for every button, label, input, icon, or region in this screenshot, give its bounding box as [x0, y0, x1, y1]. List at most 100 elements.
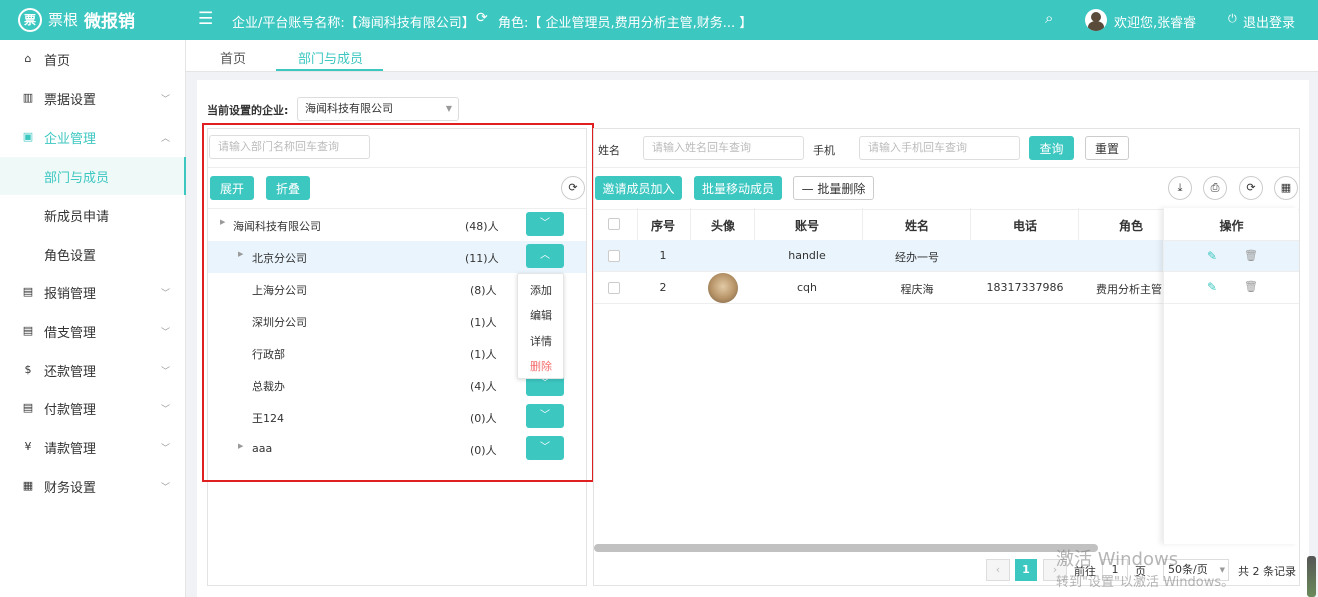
- row-name: 经办一号: [895, 251, 939, 264]
- sidebar-item-repayment[interactable]: $ 还款管理 ﹀: [0, 351, 186, 389]
- home-icon: ⌂: [24, 52, 32, 65]
- edit-icon[interactable]: ✎: [1207, 280, 1217, 294]
- menu-toggle-icon[interactable]: ☰: [198, 9, 213, 29]
- row-account: handle: [788, 249, 826, 262]
- actions-cell: ✎ 🗑: [1164, 272, 1299, 304]
- sidebar-item-label: 企业管理: [44, 131, 97, 147]
- download-icon[interactable]: ⤓: [1168, 176, 1192, 200]
- tab-active-indicator: [276, 69, 383, 71]
- role-text: 角色:【 企业管理员,费用分析主管,财务... 】: [498, 16, 753, 31]
- reset-button[interactable]: 重置: [1085, 136, 1129, 160]
- actions-cell: ✎ 🗑: [1164, 240, 1299, 272]
- sidebar-item-label: 借支管理: [44, 325, 97, 341]
- row-no: 1: [659, 249, 667, 262]
- chevron-up-icon: ︿: [160, 133, 170, 144]
- sidebar-item-label: 付款管理: [44, 402, 97, 418]
- building-icon: ▣: [22, 130, 34, 143]
- sidebar-item-payment[interactable]: ▤ 付款管理 ﹀: [0, 389, 186, 427]
- document-icon: ▤: [22, 401, 34, 414]
- logo-icon: 票: [18, 7, 42, 32]
- chevron-down-icon: ﹀: [160, 443, 170, 454]
- sidebar-item-label: 首页: [44, 53, 71, 69]
- chevron-down-icon: ﹀: [160, 94, 170, 105]
- row-checkbox[interactable]: [608, 250, 620, 262]
- phone-label: 手机: [813, 144, 835, 157]
- delete-icon[interactable]: 🗑: [1244, 280, 1258, 293]
- sidebar-item-label: 请款管理: [44, 441, 97, 457]
- row-name: 程庆海: [900, 283, 934, 296]
- caret-down-icon: ▼: [445, 104, 452, 113]
- sidebar-item-enterprise[interactable]: ▣ 企业管理 ︿: [0, 118, 186, 156]
- sidebar-item-label: 票据设置: [44, 92, 97, 108]
- sidebar-item-reimbursement[interactable]: ▤ 报销管理 ﹀: [0, 273, 186, 311]
- sidebar-item-label: 报销管理: [44, 286, 97, 302]
- watermark-title: 激活 Windows: [1056, 549, 1179, 570]
- select-all-checkbox[interactable]: [608, 218, 620, 230]
- phone-search-input[interactable]: 请输入手机回车查询: [859, 136, 1020, 160]
- operations-column: 操作 ✎ 🗑 ✎ 🗑: [1163, 208, 1299, 544]
- batch-delete-button[interactable]: — 批量删除: [793, 176, 874, 200]
- row-phone: 18317337986: [986, 281, 1064, 294]
- toolbar-divider: [594, 167, 1299, 168]
- logo-brand: 票根: [48, 11, 79, 29]
- tab-departments[interactable]: 部门与成员: [298, 48, 363, 67]
- horizontal-scrollbar[interactable]: [594, 544, 1098, 552]
- company-select[interactable]: 海闻科技有限公司 ▼: [297, 97, 459, 121]
- search-icon[interactable]: ⌕: [1045, 9, 1053, 27]
- sidebar-item-request[interactable]: ¥ 请款管理 ﹀: [0, 428, 186, 466]
- sidebar-item-home[interactable]: ⌂ 首页: [0, 40, 186, 78]
- sidebar-item-loan[interactable]: ▤ 借支管理 ﹀: [0, 312, 186, 350]
- row-checkbox[interactable]: [608, 282, 620, 294]
- chart-icon: ▥: [22, 91, 34, 104]
- dollar-icon: $: [24, 363, 32, 376]
- logo: 票 票根 微报销: [18, 7, 135, 32]
- welcome-text: 欢迎您,张睿睿: [1114, 16, 1197, 31]
- sidebar-item-ticket-settings[interactable]: ▥ 票据设置 ﹀: [0, 79, 186, 117]
- sidebar-item-label: 还款管理: [44, 364, 97, 380]
- invite-member-button[interactable]: 邀请成员加入: [595, 176, 682, 200]
- delete-icon[interactable]: 🗑: [1244, 249, 1258, 262]
- column-header-name: 姓名: [904, 219, 929, 233]
- chevron-down-icon: ﹀: [160, 366, 170, 377]
- top-bar: 票 票根 微报销 ☰ 企业/平台账号名称:【海闻科技有限公司】 ⟳ 角色:【 企…: [0, 0, 1318, 40]
- sidebar-item-departments[interactable]: 部门与成员: [0, 157, 186, 195]
- edit-icon[interactable]: ✎: [1207, 249, 1217, 263]
- tab-bar: 首页 部门与成员: [186, 40, 1318, 72]
- row-no: 2: [659, 281, 667, 294]
- avatar[interactable]: [1085, 9, 1107, 31]
- chevron-down-icon: ﹀: [160, 327, 170, 338]
- chevron-down-icon: ﹀: [160, 482, 170, 493]
- logout-icon[interactable]: ⏻: [1228, 12, 1237, 26]
- prev-page-button[interactable]: ‹: [986, 559, 1010, 581]
- columns-icon[interactable]: ▦: [1274, 176, 1298, 200]
- tab-home[interactable]: 首页: [220, 48, 246, 67]
- company-select-value: 海闻科技有限公司: [305, 102, 393, 115]
- column-header-actions: 操作: [1219, 219, 1244, 233]
- company-select-label: 当前设置的企业:: [207, 104, 289, 117]
- column-header-account: 账号: [794, 219, 819, 233]
- vertical-scrollbar[interactable]: [1307, 556, 1316, 597]
- sidebar-item-new-member[interactable]: 新成员申请: [0, 196, 186, 234]
- total-count: 共 2 条记录: [1238, 565, 1296, 578]
- logout-link[interactable]: 退出登录: [1243, 12, 1295, 31]
- sidebar: ⌂ 首页 ▥ 票据设置 ﹀ ▣ 企业管理 ︿ 部门与成员 新成员申请 角色设置 …: [0, 40, 186, 597]
- logo-app-name: 微报销: [84, 12, 136, 32]
- column-header-no: 序号: [650, 219, 675, 233]
- document-icon: ▤: [22, 285, 34, 298]
- refresh-icon[interactable]: ⟳: [1239, 176, 1263, 200]
- name-search-input[interactable]: 请输入姓名回车查询: [643, 136, 804, 160]
- batch-move-button[interactable]: 批量移动成员: [694, 176, 782, 200]
- column-header-phone: 电话: [1012, 219, 1037, 233]
- print-icon[interactable]: ⎙: [1203, 176, 1227, 200]
- highlight-box: [202, 123, 594, 482]
- sidebar-item-finance[interactable]: ▦ 财务设置 ﹀: [0, 467, 186, 505]
- member-avatar: [708, 273, 738, 303]
- current-page[interactable]: 1: [1015, 559, 1037, 581]
- query-button[interactable]: 查询: [1029, 136, 1074, 160]
- chevron-down-icon: ﹀: [160, 288, 170, 299]
- bank-icon: ▦: [22, 479, 34, 492]
- sidebar-item-roles[interactable]: 角色设置: [0, 235, 186, 273]
- enterprise-name: 企业/平台账号名称:【海闻科技有限公司】: [232, 16, 475, 31]
- refresh-role-icon[interactable]: ⟳: [476, 10, 488, 26]
- sidebar-item-label: 财务设置: [44, 480, 97, 496]
